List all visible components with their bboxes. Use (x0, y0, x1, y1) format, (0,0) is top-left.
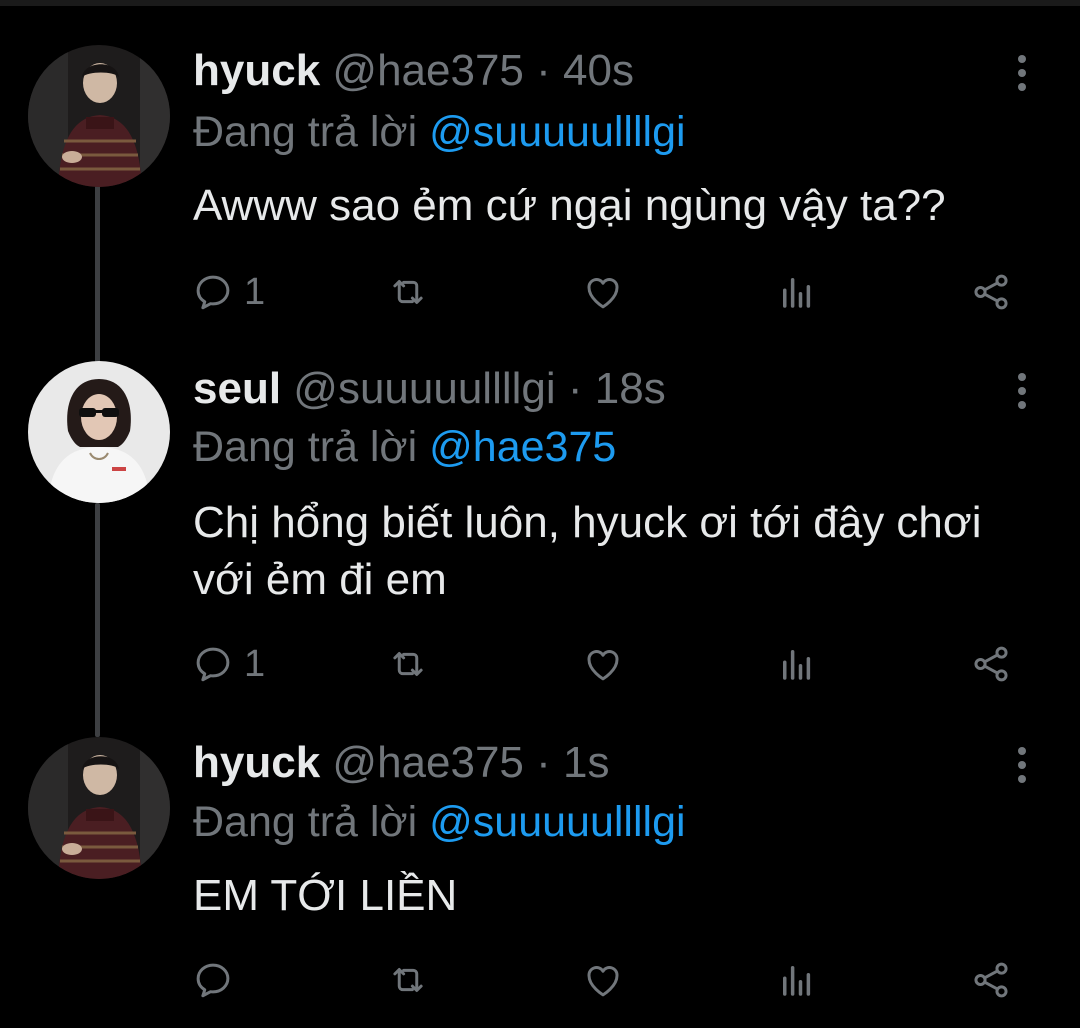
action-bar (0, 950, 1080, 1010)
share-button[interactable] (970, 950, 1012, 1010)
retweet-button[interactable] (387, 262, 429, 322)
mention-link[interactable]: @suuuuullllgi (429, 108, 685, 156)
like-icon (582, 959, 624, 1001)
replying-to: Đang trả lời @suuuuullllgi (193, 102, 686, 162)
share-icon (970, 959, 1012, 1001)
replying-label: Đang trả lời (193, 108, 418, 156)
tweet-text: Chị hổng biết luôn, hyuck ơi tới đây chơ… (193, 498, 982, 604)
more-icon[interactable] (1006, 735, 1038, 795)
top-divider (0, 0, 1080, 6)
share-icon (970, 271, 1012, 313)
reply-button[interactable] (192, 950, 244, 1010)
tweet-text: EM TỚI LIỀN (193, 871, 458, 920)
reply-icon (192, 643, 234, 685)
reply-count: 1 (244, 642, 266, 685)
handle[interactable]: @suuuuullllgi (293, 364, 555, 413)
analytics-icon (776, 643, 818, 685)
like-button[interactable] (582, 950, 624, 1010)
handle[interactable]: @hae375 (332, 46, 524, 95)
analytics-button[interactable] (776, 262, 818, 322)
retweet-icon (387, 959, 429, 1001)
tweet-text: Awww sao ẻm cứ ngại ngùng vậy ta?? (193, 181, 946, 230)
avatar[interactable] (28, 361, 170, 503)
reply-button[interactable]: 1 (192, 262, 265, 322)
mention-link[interactable]: @suuuuullllgi (429, 798, 685, 846)
thread-connector (95, 503, 100, 737)
timestamp[interactable]: · 18s (568, 364, 666, 413)
display-name[interactable]: hyuck (193, 46, 320, 95)
replying-label: Đang trả lời (193, 798, 418, 846)
replying-label: Đang trả lời (193, 423, 418, 471)
analytics-icon (776, 959, 818, 1001)
retweet-button[interactable] (387, 634, 429, 694)
replying-to: Đang trả lời @suuuuullllgi (193, 792, 686, 852)
tweet-header: seul @suuuuullllgi · 18s (193, 359, 666, 419)
more-icon[interactable] (1006, 43, 1038, 103)
timestamp[interactable]: · 1s (536, 738, 609, 787)
analytics-button[interactable] (776, 950, 818, 1010)
replying-to: Đang trả lời @hae375 (193, 417, 616, 477)
mention-link[interactable]: @hae375 (429, 423, 616, 471)
reply-icon (192, 271, 234, 313)
share-icon (970, 643, 1012, 685)
retweet-icon (387, 271, 429, 313)
display-name[interactable]: seul (193, 364, 281, 413)
action-bar: 1 (0, 262, 1080, 322)
handle[interactable]: @hae375 (332, 738, 524, 787)
analytics-button[interactable] (776, 634, 818, 694)
share-button[interactable] (970, 262, 1012, 322)
like-icon (582, 643, 624, 685)
reply-icon (192, 959, 234, 1001)
avatar[interactable] (28, 45, 170, 187)
timestamp[interactable]: · 40s (536, 46, 634, 95)
avatar[interactable] (28, 737, 170, 879)
tweet-header: hyuck @hae375 · 1s (193, 733, 610, 793)
more-icon[interactable] (1006, 361, 1038, 421)
share-button[interactable] (970, 634, 1012, 694)
action-bar: 1 (0, 634, 1080, 694)
like-button[interactable] (582, 634, 624, 694)
analytics-icon (776, 271, 818, 313)
tweet-header: hyuck @hae375 · 40s (193, 41, 634, 101)
like-icon (582, 271, 624, 313)
retweet-button[interactable] (387, 950, 429, 1010)
display-name[interactable]: hyuck (193, 738, 320, 787)
retweet-icon (387, 643, 429, 685)
reply-count: 1 (244, 270, 266, 313)
reply-button[interactable]: 1 (192, 634, 265, 694)
like-button[interactable] (582, 262, 624, 322)
